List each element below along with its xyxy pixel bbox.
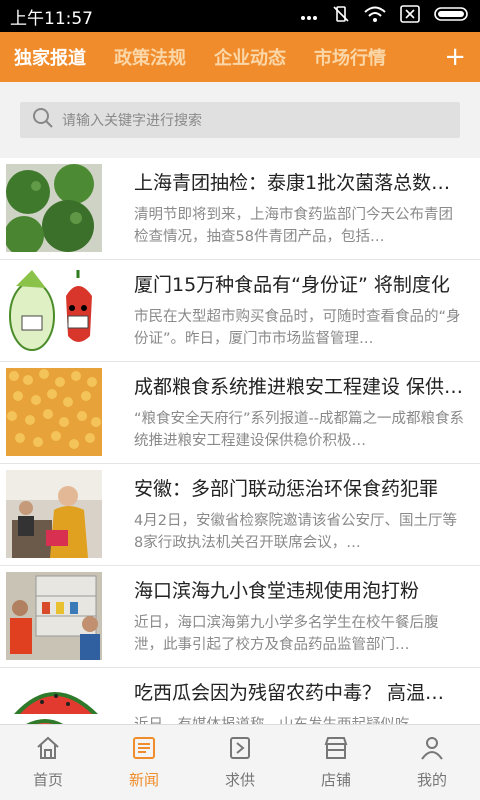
news-item[interactable]: 安徽：多部门联动惩治环保食药犯罪 4月2日，安徽省检察院邀请该省公安厅、国土厅等… xyxy=(0,464,480,566)
news-title: 上海青团抽检：泰康1批次菌落总数超标 xyxy=(134,172,464,194)
profile-icon xyxy=(419,735,445,765)
news-title: 成都粮食系统推进粮安工程建设 保供稳价 xyxy=(134,376,464,398)
news-title: 海口滨海九小食堂违规使用泡打粉 xyxy=(134,580,420,602)
status-icons xyxy=(300,4,470,28)
search-area: 请输入关键字进行搜索 xyxy=(0,82,480,158)
no-sim-icon xyxy=(400,4,420,28)
nav-home[interactable]: 首页 xyxy=(0,725,96,800)
vibrate-off-icon xyxy=(332,5,350,28)
battery-icon xyxy=(434,5,470,28)
nav-shop-label: 店铺 xyxy=(320,771,351,789)
nav-news-label: 新闻 xyxy=(128,771,159,789)
news-summary: “粮食安全天府行”系列报道--成都篇之一成都粮食系统推进粮安工程建设保供稳价积极… xyxy=(134,411,464,449)
news-thumbnail xyxy=(6,266,102,354)
nav-profile-label: 我的 xyxy=(416,771,447,789)
search-icon xyxy=(32,107,54,133)
news-icon xyxy=(131,735,157,765)
news-thumbnail xyxy=(6,572,102,660)
nav-supply[interactable]: 求供 xyxy=(192,725,288,800)
nav-profile[interactable]: 我的 xyxy=(384,725,480,800)
news-item[interactable]: 成都粮食系统推进粮安工程建设 保供稳价 “粮食安全天府行”系列报道--成都篇之一… xyxy=(0,362,480,464)
add-tab-button[interactable]: + xyxy=(444,32,466,82)
news-title: 安徽：多部门联动惩治环保食药犯罪 xyxy=(134,478,439,500)
news-summary: 4月2日，安徽省检察院邀请该省公安厅、国土厅等8家行政执法机关召开联席会议，… xyxy=(134,513,457,551)
tab-exclusive[interactable]: 独家报道 xyxy=(0,32,100,82)
tab-company-news[interactable]: 企业动态 xyxy=(200,32,300,82)
nav-news[interactable]: 新闻 xyxy=(96,725,192,800)
news-summary: 近日，海口滨海第九小学多名学生在校午餐后腹泄，此事引起了校方及食品药品监管部门… xyxy=(134,615,439,653)
category-tabs: 独家报道 政策法规 企业动态 市场行情 + xyxy=(0,32,480,82)
status-time: 上午11:57 xyxy=(10,8,93,29)
news-title: 厦门15万种食品有“身份证” 将制度化 xyxy=(134,274,450,296)
search-input[interactable]: 请输入关键字进行搜索 xyxy=(20,102,460,138)
news-thumbnail xyxy=(6,164,102,252)
shop-icon xyxy=(323,735,349,765)
tab-policy[interactable]: 政策法规 xyxy=(100,32,200,82)
news-item[interactable]: 吃西瓜会因为残留农药中毒？ 高温… 近日，有媒体报道称，山东发生两起疑似吃… xyxy=(0,668,480,724)
news-summary: 市民在大型超市购买食品时，可随时查看食品的“身份证”。昨日，厦门市市场监督管理… xyxy=(134,309,461,347)
home-icon xyxy=(35,735,61,765)
news-title: 吃西瓜会因为残留农药中毒？ 高温… xyxy=(134,682,445,704)
tab-market[interactable]: 市场行情 xyxy=(300,32,400,82)
nav-home-label: 首页 xyxy=(32,771,63,789)
news-item[interactable]: 海口滨海九小食堂违规使用泡打粉 近日，海口滨海第九小学多名学生在校午餐后腹泄，此… xyxy=(0,566,480,668)
news-item[interactable]: 上海青团抽检：泰康1批次菌落总数超标 清明节即将到来，上海市食药监部门今天公布青… xyxy=(0,158,480,260)
status-bar: 上午11:57 xyxy=(0,0,480,32)
search-placeholder: 请输入关键字进行搜索 xyxy=(62,113,202,129)
news-thumbnail xyxy=(6,470,102,558)
news-summary: 清明节即将到来，上海市食药监部门今天公布青团检查情况，抽查58件青团产品，包括… xyxy=(134,207,453,245)
news-thumbnail xyxy=(6,368,102,456)
more-dots-icon xyxy=(300,6,318,26)
wifi-icon xyxy=(364,5,386,28)
bottom-nav: 首页 新闻 求供 店铺 我的 xyxy=(0,724,480,800)
supply-icon xyxy=(227,735,253,765)
news-thumbnail xyxy=(6,674,102,724)
nav-supply-label: 求供 xyxy=(224,771,255,789)
nav-shop[interactable]: 店铺 xyxy=(288,725,384,800)
news-item[interactable]: 厦门15万种食品有“身份证” 将制度化 市民在大型超市购买食品时，可随时查看食品… xyxy=(0,260,480,362)
news-list: 上海青团抽检：泰康1批次菌落总数超标 清明节即将到来，上海市食药监部门今天公布青… xyxy=(0,158,480,724)
news-summary: 近日，有媒体报道称，山东发生两起疑似吃… xyxy=(134,714,466,724)
